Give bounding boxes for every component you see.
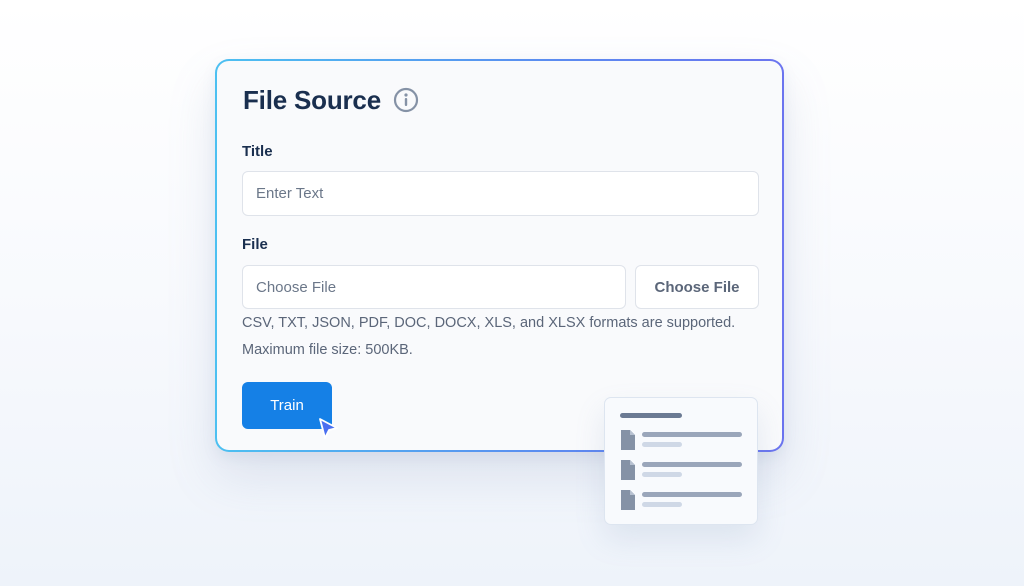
file-list-item: [620, 489, 745, 511]
document-icon: [621, 490, 635, 510]
panel-header-placeholder: [620, 413, 682, 418]
file-list-item: [620, 429, 745, 451]
file-list-preview: [604, 397, 758, 525]
title-label: Title: [242, 143, 273, 160]
supported-formats-text: CSV, TXT, JSON, PDF, DOC, DOCX, XLS, and…: [242, 315, 736, 331]
document-icon: [621, 430, 635, 450]
max-file-size-text: Maximum file size: 500KB.: [242, 342, 413, 358]
file-meta-placeholder: [642, 502, 682, 507]
file-path-input[interactable]: [242, 265, 626, 309]
document-icon: [621, 460, 635, 480]
file-source-card: File Source Title File Choose File CSV, …: [215, 59, 784, 452]
mouse-pointer-icon: [318, 417, 340, 441]
file-name-placeholder: [642, 462, 742, 467]
file-list-item: [620, 459, 745, 481]
file-meta-placeholder: [642, 472, 682, 477]
file-name-placeholder: [642, 492, 742, 497]
info-icon[interactable]: [393, 87, 419, 113]
file-meta-placeholder: [642, 442, 682, 447]
choose-file-button[interactable]: Choose File: [635, 265, 759, 309]
file-name-placeholder: [642, 432, 742, 437]
title-input[interactable]: [242, 171, 759, 216]
card-title: File Source: [243, 85, 381, 115]
file-label: File: [242, 236, 268, 253]
